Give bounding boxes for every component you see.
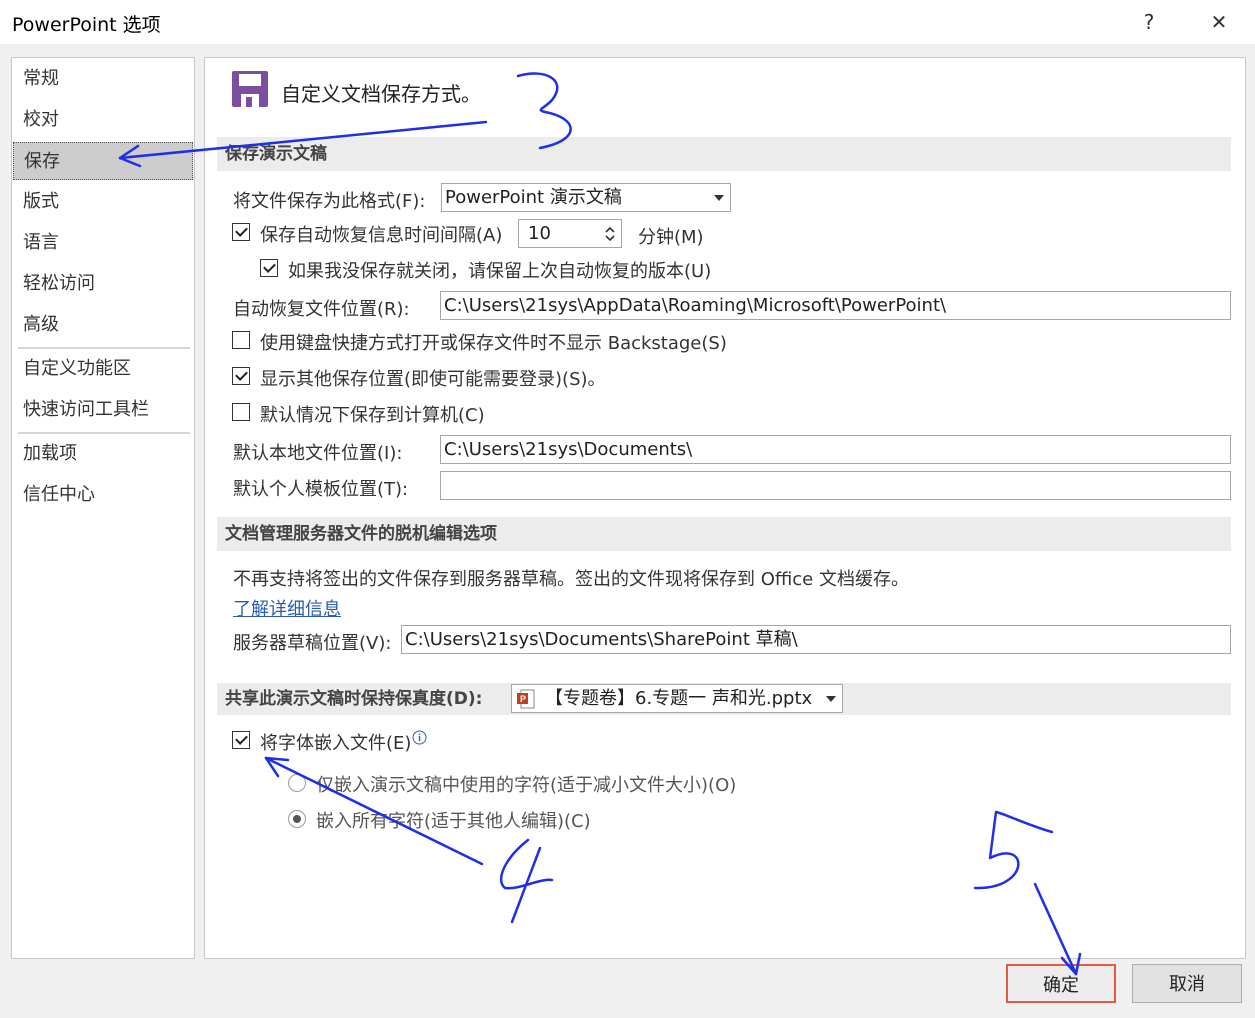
autorecover-location-label: 自动恢复文件位置(R):: [233, 299, 410, 320]
autorecover-location-input[interactable]: C:\Users\21sys\AppData\Roaming\Microsoft…: [440, 291, 1231, 320]
embed-used-chars-radio[interactable]: [288, 774, 306, 792]
embed-fonts-label: 将字体嵌入文件(E): [260, 733, 412, 754]
sidebar-item-advanced[interactable]: 高级: [13, 306, 193, 344]
cancel-button[interactable]: 取消: [1132, 964, 1242, 1003]
sidebar-item-add-ins[interactable]: 加载项: [13, 435, 193, 473]
close-button[interactable]: ✕: [1199, 6, 1239, 38]
keep-last-version-label: 如果我没保存就关闭，请保留上次自动恢复的版本(U): [288, 261, 712, 282]
sidebar-item-trust-center[interactable]: 信任中心: [13, 476, 193, 514]
powerpoint-file-icon: P: [517, 689, 535, 709]
sidebar-divider: [18, 432, 190, 434]
local-location-input[interactable]: C:\Users\21sys\Documents\: [440, 435, 1231, 464]
radio-selected-dot: [293, 815, 301, 823]
autorecover-label: 保存自动恢复信息时间间隔(A): [260, 225, 503, 246]
sidebar-item-quick-access-toolbar[interactable]: 快速访问工具栏: [13, 391, 193, 429]
info-icon[interactable]: [412, 730, 427, 745]
no-backstage-label: 使用键盘快捷方式打开或保存文件时不显示 Backstage(S): [260, 333, 727, 354]
check-icon: [235, 224, 248, 237]
sidebar-item-proofing[interactable]: 校对: [13, 101, 193, 139]
sidebar-item-save[interactable]: 保存: [13, 142, 193, 180]
chevron-down-icon: [826, 696, 836, 702]
check-icon: [263, 260, 276, 273]
sidebar-item-customize-ribbon[interactable]: 自定义功能区: [13, 350, 193, 388]
server-drafts-label: 服务器草稿位置(V):: [233, 633, 392, 654]
minutes-label: 分钟(M): [638, 227, 704, 248]
keep-last-version-checkbox[interactable]: [260, 259, 278, 277]
title-bar: PowerPoint 选项 ? ✕: [0, 0, 1255, 44]
autorecover-minutes-value: 10: [528, 223, 551, 244]
show-other-locations-label: 显示其他保存位置(即使可能需要登录)(S)。: [260, 369, 606, 390]
no-backstage-checkbox[interactable]: [232, 331, 250, 349]
embed-used-chars-label: 仅嵌入演示文稿中使用的字符(适于减小文件大小)(O): [316, 775, 737, 796]
autorecover-minutes-spinner[interactable]: 10: [518, 219, 622, 248]
check-icon: [235, 368, 248, 381]
server-note: 不再支持将签出的文件保存到服务器草稿。签出的文件现将保存到 Office 文档缓…: [233, 569, 909, 590]
local-location-label: 默认本地文件位置(I):: [233, 443, 403, 464]
options-content: 自定义文档保存方式。 保存演示文稿 将文件保存为此格式(F): PowerPoi…: [204, 57, 1246, 959]
fidelity-file-select[interactable]: P 【专题卷】6.专题一 声和光.pptx: [511, 684, 843, 713]
check-icon: [235, 732, 248, 745]
ok-button[interactable]: 确定: [1006, 964, 1116, 1003]
section-heading-save: 保存演示文稿: [217, 137, 1231, 171]
floppy-disk-icon: [232, 71, 268, 107]
template-location-label: 默认个人模板位置(T):: [233, 479, 409, 500]
window-title: PowerPoint 选项: [12, 14, 161, 36]
svg-text:P: P: [520, 694, 526, 704]
sidebar-item-language[interactable]: 语言: [13, 224, 193, 262]
chevron-down-icon: [714, 195, 724, 201]
page-header: 自定义文档保存方式。: [281, 82, 481, 106]
learn-more-link[interactable]: 了解详细信息: [233, 595, 341, 621]
embed-all-chars-radio[interactable]: [288, 810, 306, 828]
autorecover-checkbox[interactable]: [232, 223, 250, 241]
format-label: 将文件保存为此格式(F):: [233, 191, 426, 212]
save-format-value: PowerPoint 演示文稿: [445, 187, 622, 208]
options-sidebar: 常规 校对 保存 版式 语言 轻松访问 高级 自定义功能区 快速访问工具栏 加载…: [11, 57, 195, 959]
fidelity-file-value: 【专题卷】6.专题一 声和光.pptx: [545, 688, 813, 709]
save-format-select[interactable]: PowerPoint 演示文稿: [441, 183, 731, 212]
save-to-computer-checkbox[interactable]: [232, 403, 250, 421]
sidebar-item-accessibility[interactable]: 轻松访问: [13, 265, 193, 303]
template-location-input[interactable]: [440, 471, 1231, 500]
spinner-arrows-icon[interactable]: [605, 226, 615, 242]
server-drafts-input[interactable]: C:\Users\21sys\Documents\SharePoint 草稿\: [401, 625, 1231, 654]
sidebar-item-layout[interactable]: 版式: [13, 183, 193, 221]
sidebar-item-general[interactable]: 常规: [13, 60, 193, 98]
embed-fonts-checkbox[interactable]: [232, 731, 250, 749]
help-button[interactable]: ?: [1129, 6, 1169, 38]
save-to-computer-label: 默认情况下保存到计算机(C): [260, 405, 485, 426]
show-other-locations-checkbox[interactable]: [232, 367, 250, 385]
embed-all-chars-label: 嵌入所有字符(适于其他人编辑)(C): [316, 811, 591, 832]
section-heading-server: 文档管理服务器文件的脱机编辑选项: [217, 517, 1231, 551]
sidebar-divider: [18, 347, 190, 349]
